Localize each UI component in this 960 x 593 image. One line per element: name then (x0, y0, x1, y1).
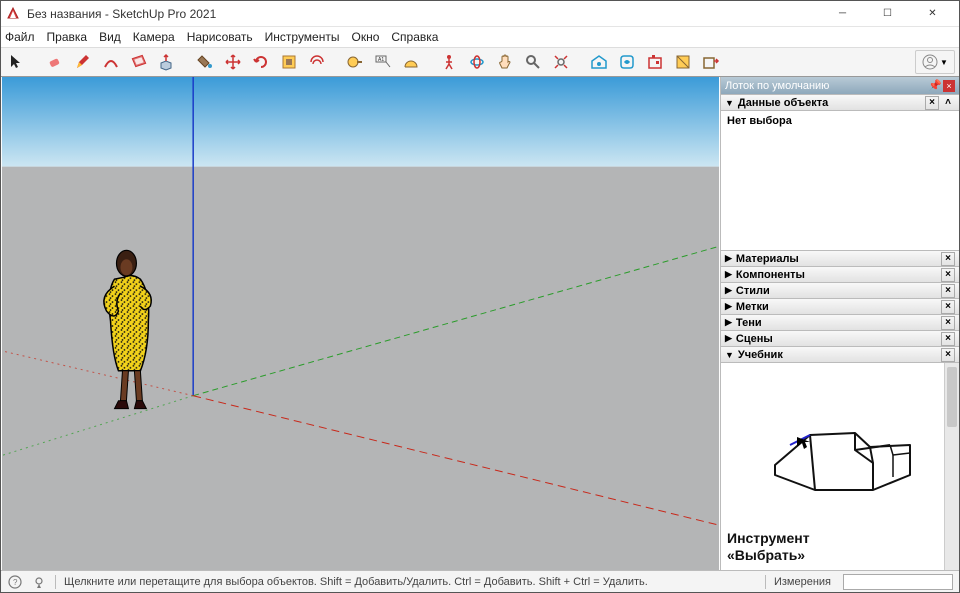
panel-instructor-label: Учебник (738, 349, 783, 361)
measurements-label: Измерения (774, 576, 831, 588)
text-tool-icon[interactable]: A1 (371, 50, 395, 74)
tray-title[interactable]: Лоток по умолчанию 📌 × (721, 77, 959, 95)
app-icon (5, 6, 21, 22)
status-hint: Щелкните или перетащите для выбора объек… (64, 576, 648, 588)
user-account-button[interactable]: ▼ (915, 50, 955, 74)
panel-close-icon[interactable]: × (941, 332, 955, 346)
panel-styles-label: Стили (736, 285, 770, 297)
instructor-scrollbar[interactable] (944, 363, 959, 570)
menu-file[interactable]: Файл (5, 30, 35, 44)
panel-materials-label: Материалы (736, 253, 799, 265)
panel-tags-label: Метки (736, 301, 769, 313)
window-title: Без названия - SketchUp Pro 2021 (27, 7, 216, 21)
extension-manager-icon[interactable] (643, 50, 667, 74)
menu-draw[interactable]: Нарисовать (187, 30, 253, 44)
panel-materials-header[interactable]: ▶ Материалы × (721, 250, 959, 267)
zoom-tool-icon[interactable] (521, 50, 545, 74)
panel-styles-header[interactable]: ▶ Стили × (721, 282, 959, 299)
pin-icon[interactable]: 📌 (929, 80, 941, 92)
expand-arrow-icon: ▶ (725, 269, 732, 280)
panel-close-icon[interactable]: × (941, 252, 955, 266)
viewport-canvas[interactable] (1, 77, 720, 570)
panel-scenes-label: Сцены (736, 333, 773, 345)
panel-components-header[interactable]: ▶ Компоненты × (721, 266, 959, 283)
menu-help[interactable]: Справка (391, 30, 438, 44)
toolbar: A1 ▼ (1, 47, 959, 77)
app-window: Без названия - SketchUp Pro 2021 ─ ☐ ✕ Ф… (0, 0, 960, 593)
expand-arrow-icon: ▶ (725, 253, 732, 264)
panel-close-icon[interactable]: × (925, 96, 939, 110)
panel-scenes-header[interactable]: ▶ Сцены × (721, 330, 959, 347)
tray-title-label: Лоток по умолчанию (725, 80, 829, 92)
menu-edit[interactable]: Правка (47, 30, 88, 44)
panel-shadows-header[interactable]: ▶ Тени × (721, 314, 959, 331)
close-button[interactable]: ✕ (910, 2, 955, 26)
scale-tool-icon[interactable] (277, 50, 301, 74)
layout-icon[interactable] (671, 50, 695, 74)
offset-tool-icon[interactable] (305, 50, 329, 74)
move-tool-icon[interactable] (221, 50, 245, 74)
collapse-arrow-icon: ▼ (725, 98, 734, 108)
expand-arrow-icon: ▶ (725, 285, 732, 296)
send-icon[interactable] (699, 50, 723, 74)
help-icon[interactable]: ? (7, 574, 23, 590)
select-tool-icon[interactable] (5, 50, 29, 74)
zoom-extents-tool-icon[interactable] (549, 50, 573, 74)
panel-entity-info-label: Данные объекта (738, 97, 828, 109)
minimize-button[interactable]: ─ (820, 2, 865, 26)
instructor-title-line2: «Выбрать» (727, 547, 953, 564)
instructor-illustration (727, 369, 953, 530)
maximize-button[interactable]: ☐ (865, 2, 910, 26)
menu-tools[interactable]: Инструменты (265, 30, 340, 44)
rotate-tool-icon[interactable] (249, 50, 273, 74)
panel-shadows-label: Тени (736, 317, 762, 329)
main-area: Лоток по умолчанию 📌 × ▼ Данные объекта … (1, 77, 959, 570)
panel-close-icon[interactable]: × (941, 316, 955, 330)
menu-view[interactable]: Вид (99, 30, 121, 44)
protractor-tool-icon[interactable] (399, 50, 423, 74)
entity-info-noselect: Нет выбора (727, 115, 792, 127)
menu-camera[interactable]: Камера (133, 30, 175, 44)
panel-components-label: Компоненты (736, 269, 805, 281)
push-pull-tool-icon[interactable] (155, 50, 179, 74)
eraser-tool-icon[interactable] (43, 50, 67, 74)
statusbar: ? Щелкните или перетащите для выбора объ… (1, 570, 959, 592)
extension-warehouse-icon[interactable] (615, 50, 639, 74)
panel-close-icon[interactable]: × (941, 268, 955, 282)
panel-close-icon[interactable]: × (941, 300, 955, 314)
svg-text:A1: A1 (378, 57, 384, 63)
geolocation-icon[interactable] (31, 574, 47, 590)
panel-instructor-body: Инструмент «Выбрать» (721, 363, 959, 570)
warehouse-icon[interactable] (587, 50, 611, 74)
panel-close-icon[interactable]: × (941, 284, 955, 298)
panel-tags-header[interactable]: ▶ Метки × (721, 298, 959, 315)
panel-entity-info-body: Нет выбора (721, 111, 959, 251)
paint-bucket-tool-icon[interactable] (193, 50, 217, 74)
titlebar: Без названия - SketchUp Pro 2021 ─ ☐ ✕ (1, 1, 959, 27)
panel-entity-info-header[interactable]: ▼ Данные объекта × ˄ (721, 94, 959, 111)
expand-arrow-icon: ▶ (725, 333, 732, 344)
viewport[interactable] (1, 77, 721, 570)
expand-arrow-icon: ▶ (725, 301, 732, 312)
menubar: Файл Правка Вид Камера Нарисовать Инстру… (1, 27, 959, 47)
menu-window[interactable]: Окно (351, 30, 379, 44)
collapse-arrow-icon: ▼ (725, 350, 734, 360)
orbit-tool-icon[interactable] (465, 50, 489, 74)
panel-up-icon[interactable]: ˄ (941, 96, 955, 110)
default-tray: Лоток по умолчанию 📌 × ▼ Данные объекта … (721, 77, 959, 570)
arc-tool-icon[interactable] (99, 50, 123, 74)
pencil-tool-icon[interactable] (71, 50, 95, 74)
measurements-input[interactable] (843, 574, 953, 590)
expand-arrow-icon: ▶ (725, 317, 732, 328)
svg-text:?: ? (13, 578, 18, 587)
tray-close-icon[interactable]: × (943, 80, 955, 92)
instructor-title-line1: Инструмент (727, 530, 953, 547)
pan-tool-icon[interactable] (493, 50, 517, 74)
instructor-title: Инструмент «Выбрать» (727, 530, 953, 564)
rectangle-tool-icon[interactable] (127, 50, 151, 74)
panel-close-icon[interactable]: × (941, 348, 955, 362)
walk-tool-icon[interactable] (437, 50, 461, 74)
panel-instructor-header[interactable]: ▼ Учебник × (721, 346, 959, 363)
tape-measure-tool-icon[interactable] (343, 50, 367, 74)
